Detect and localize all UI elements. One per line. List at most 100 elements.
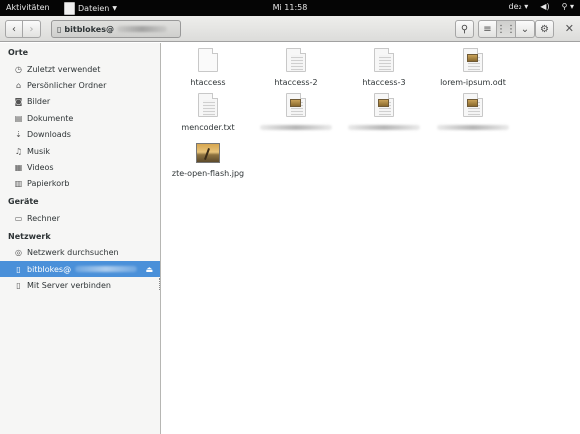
- download-icon: ⇣: [15, 130, 22, 140]
- sidebar-item-computer[interactable]: ▭ Rechner: [0, 210, 160, 226]
- sidebar-item-label: Netzwerk durchsuchen: [27, 248, 119, 258]
- file-item[interactable]: [339, 93, 429, 133]
- text-file-icon: [374, 48, 394, 72]
- sidebar-item-downloads[interactable]: ⇣ Downloads: [0, 127, 160, 143]
- image-file-icon: [196, 143, 220, 163]
- volume-icon[interactable]: ◀): [540, 2, 549, 11]
- sidebar-item-home[interactable]: ⌂ Persönlicher Ordner: [0, 77, 160, 93]
- grid-icon: ⋮⋮: [496, 23, 516, 35]
- image-doc-icon: [286, 93, 306, 117]
- sidebar-item-recent[interactable]: ◷ Zuletzt verwendet: [0, 61, 160, 77]
- music-icon: ♫: [14, 146, 23, 156]
- close-icon[interactable]: ✕: [565, 22, 574, 35]
- settings-tool: ⚙: [535, 20, 554, 38]
- path-label: bitblokes@: [64, 24, 114, 34]
- section-title-network: Netzwerk: [8, 231, 51, 241]
- network-server-icon: ▯: [57, 24, 62, 34]
- sidebar-item-label: Bilder: [27, 97, 51, 107]
- list-view-button[interactable]: ≡: [478, 20, 497, 38]
- sidebar-item-label: Zuletzt verwendet: [27, 64, 101, 74]
- chevron-right-icon: ›: [29, 23, 34, 35]
- sidebar-item-trash[interactable]: ▥ Papierkorb: [0, 176, 160, 192]
- text-file-icon: [286, 48, 306, 72]
- clock-icon: ◷: [15, 64, 22, 74]
- obscured-filename: [437, 125, 509, 130]
- sidebar-item-label: Mit Server verbinden: [27, 280, 111, 290]
- obscured-hostname: [116, 26, 167, 32]
- gear-icon: ⚙: [540, 23, 549, 35]
- section-title-devices: Geräte: [8, 197, 39, 207]
- sidebar-item-label: Videos: [27, 163, 54, 173]
- sidebar-resize-handle[interactable]: [159, 278, 161, 290]
- top-bar: Aktivitäten Dateien ▼ Mi 11:58 de₂ ▾ ◀) …: [0, 0, 580, 16]
- file-name: lorem-ipsum.odt: [440, 78, 506, 87]
- file-item[interactable]: zte-open-flash.jpg: [163, 143, 253, 179]
- clock[interactable]: Mi 11:58: [0, 3, 580, 12]
- network-server-icon: ▯: [16, 264, 21, 274]
- trash-icon: ▥: [14, 179, 23, 189]
- chevron-left-icon: ‹: [12, 23, 16, 35]
- view-buttons: ≡ ⋮⋮ ⌄: [478, 20, 535, 38]
- sidebar: Orte ◷ Zuletzt verwendet ⌂ Persönlicher …: [0, 43, 161, 434]
- file-name: zte-open-flash.jpg: [171, 169, 245, 178]
- file-name-obscured: [339, 123, 429, 133]
- header-bar: ‹ › ▯ bitblokes@ ⚲ ≡ ⋮⋮ ⌄ ⚙ ✕: [0, 16, 580, 42]
- file-item[interactable]: [428, 93, 518, 133]
- sidebar-item-videos[interactable]: ▦ Videos: [0, 159, 160, 175]
- back-button[interactable]: ‹: [5, 20, 23, 38]
- film-icon: ▦: [14, 163, 23, 173]
- sidebar-item-label: Downloads: [27, 130, 71, 140]
- home-icon: ⌂: [15, 81, 22, 91]
- image-doc-icon: [463, 93, 483, 117]
- file-name: mencoder.txt: [181, 123, 235, 132]
- file-name: htaccess-2: [274, 78, 318, 87]
- obscured-filename: [260, 125, 332, 130]
- sidebar-item-label: Persönlicher Ordner: [27, 81, 107, 91]
- search-button[interactable]: ⚲: [455, 20, 474, 38]
- sidebar-item-label: Papierkorb: [27, 179, 70, 189]
- file-item[interactable]: lorem-ipsum.odt: [428, 48, 518, 88]
- file-view: htaccess htaccess-2 htaccess-3 lorem-ips…: [162, 43, 580, 434]
- file-item[interactable]: htaccess-3: [339, 48, 429, 88]
- file-name: htaccess: [190, 78, 226, 87]
- sidebar-item-browse-network[interactable]: ◎ Netzwerk durchsuchen: [0, 245, 160, 261]
- odt-file-icon: [463, 48, 483, 72]
- drive-icon: ▭: [14, 213, 23, 223]
- file-name-obscured: [251, 123, 341, 133]
- system-menu-icon[interactable]: ⚲ ▾: [562, 2, 574, 11]
- forward-button[interactable]: ›: [23, 20, 41, 38]
- search-icon: ⚲: [460, 23, 469, 35]
- sidebar-item-label: bitblokes@: [27, 264, 72, 274]
- keyboard-layout-indicator[interactable]: de₂ ▾: [509, 2, 529, 11]
- text-file-icon: [198, 93, 218, 117]
- file-item[interactable]: [251, 93, 341, 133]
- file-item[interactable]: htaccess: [163, 48, 253, 88]
- document-icon: ▤: [14, 113, 23, 123]
- chevron-down-icon: ⌄: [520, 23, 530, 35]
- eject-icon[interactable]: ⏏: [145, 265, 153, 274]
- image-doc-icon: [374, 93, 394, 117]
- obscured-filename: [348, 125, 420, 130]
- view-options-button[interactable]: ⌄: [516, 20, 535, 38]
- file-item[interactable]: mencoder.txt: [163, 93, 253, 133]
- keyboard-layout-label: de₂: [508, 2, 522, 11]
- sidebar-item-label: Dokumente: [27, 113, 74, 123]
- sidebar-item-label: Musik: [27, 146, 50, 156]
- path-bar-button[interactable]: ▯ bitblokes@: [51, 20, 181, 38]
- list-icon: ≡: [483, 23, 492, 35]
- sidebar-item-documents[interactable]: ▤ Dokumente: [0, 110, 160, 126]
- sidebar-item-music[interactable]: ♫ Musik: [0, 143, 160, 159]
- sidebar-item-pictures[interactable]: ◙ Bilder: [0, 94, 160, 110]
- sidebar-item-remote-server[interactable]: ▯ bitblokes@ ⏏: [0, 260, 160, 278]
- network-icon: ◎: [15, 248, 22, 258]
- connect-server-icon: ▯: [16, 280, 21, 290]
- file-name-obscured: [428, 123, 518, 133]
- file-item[interactable]: htaccess-2: [251, 48, 341, 88]
- settings-button[interactable]: ⚙: [535, 20, 554, 38]
- search-tool: ⚲: [455, 20, 474, 38]
- sidebar-item-connect-server[interactable]: ▯ Mit Server verbinden: [0, 277, 160, 293]
- grid-view-button[interactable]: ⋮⋮: [496, 20, 516, 38]
- camera-icon: ◙: [14, 97, 23, 107]
- file-name: htaccess-3: [362, 78, 406, 87]
- obscured-hostname: [75, 266, 138, 273]
